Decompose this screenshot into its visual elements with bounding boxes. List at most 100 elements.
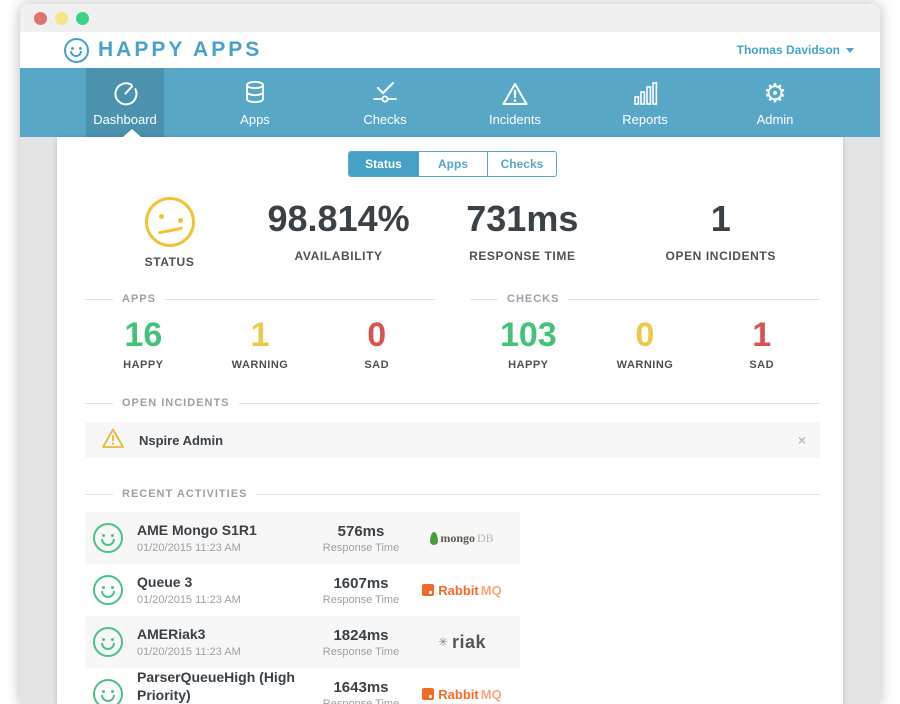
user-menu[interactable]: Thomas Davidson	[737, 43, 854, 57]
riak-logo: ✳ riak	[416, 632, 508, 653]
incident-row[interactable]: Nspire Admin ×	[85, 422, 820, 458]
logo-text: Rabbit	[438, 583, 478, 598]
activity-timestamp: 01/20/2015 11:23 AM	[137, 646, 306, 658]
nav-item-admin[interactable]: ⚙ Admin	[736, 68, 814, 137]
tab-checks[interactable]: Checks	[487, 152, 556, 176]
response-time-label: Response Time	[306, 646, 416, 658]
response-time-label: Response Time	[306, 542, 416, 554]
summary-metrics: STATUS 98.814% AVAILABILITY 731ms RESPON…	[85, 197, 820, 269]
minimize-button[interactable]	[55, 12, 68, 25]
close-icon[interactable]: ×	[798, 433, 806, 447]
section-title: APPS	[122, 293, 156, 305]
stat-value: 103	[500, 317, 557, 353]
section-title: OPEN INCIDENTS	[122, 397, 230, 409]
activity-row[interactable]: AMERiak3 01/20/2015 11:23 AM 1824ms Resp…	[85, 616, 520, 668]
user-name: Thomas Davidson	[737, 43, 840, 57]
section-title: RECENT ACTIVITIES	[122, 488, 247, 500]
zoom-button[interactable]	[76, 12, 89, 25]
apps-section: APPS 16 HAPPY 1 WARNING 0 SAD	[85, 293, 435, 371]
stat-apps-warning: 1 WARNING	[202, 317, 319, 371]
activity-timestamp: 01/20/2015 11:23 AM	[137, 542, 306, 554]
stat-value: 16	[124, 317, 162, 353]
response-time-label: Response Time	[306, 594, 416, 606]
stat-label: HAPPY	[123, 359, 163, 371]
card-arrow	[123, 129, 141, 137]
stat-label: SAD	[749, 359, 774, 371]
activity-name: Queue 3	[137, 574, 192, 590]
brand-bar: HAPPY APPS Thomas Davidson	[20, 32, 880, 68]
nav-item-reports[interactable]: Reports	[606, 68, 684, 137]
titlebar	[20, 4, 880, 32]
caret-down-icon	[846, 48, 854, 53]
stat-value: 1	[251, 317, 270, 353]
activity-name: ParserQueueHigh (High Priority)	[137, 669, 295, 703]
response-time-value: 1643ms	[306, 679, 416, 696]
metric-open-incidents: 1 OPEN INCIDENTS	[622, 197, 820, 269]
nav-label: Incidents	[489, 112, 541, 127]
gauge-icon	[112, 79, 139, 107]
brand-name: HAPPY APPS	[98, 38, 262, 62]
logo-text: Rabbit	[438, 687, 478, 702]
stat-value: 0	[636, 317, 655, 353]
logo-suffix: MQ	[481, 687, 502, 702]
incident-name: Nspire Admin	[139, 433, 798, 448]
section-title: CHECKS	[507, 293, 559, 305]
stat-checks-sad: 1 SAD	[703, 317, 820, 371]
activity-timestamp: 01/20/2015 11:23 AM	[137, 594, 306, 606]
activity-row[interactable]: AME Mongo S1R1 01/20/2015 11:23 AM 576ms…	[85, 512, 520, 564]
happy-face-icon	[93, 523, 123, 553]
nav-item-apps[interactable]: Apps	[216, 68, 294, 137]
nav-item-dashboard[interactable]: Dashboard	[86, 68, 164, 137]
apps-checks-sections: APPS 16 HAPPY 1 WARNING 0 SAD	[85, 293, 820, 371]
nav-item-incidents[interactable]: Incidents	[476, 68, 554, 137]
database-icon	[242, 79, 268, 107]
metric-label: AVAILABILITY	[295, 249, 383, 263]
rabbitmq-logo: Rabbit MQ	[416, 687, 508, 702]
smiley-logo-icon	[64, 38, 89, 63]
nav-label: Dashboard	[93, 112, 157, 127]
recent-activities-header: RECENT ACTIVITIES	[85, 488, 820, 500]
rabbitmq-icon	[422, 688, 434, 700]
response-time-label: Response Time	[306, 698, 416, 704]
open-incidents-header: OPEN INCIDENTS	[85, 397, 820, 409]
metric-label: STATUS	[145, 255, 195, 269]
response-time-value: 1607ms	[306, 575, 416, 592]
stat-label: WARNING	[232, 359, 289, 371]
happy-face-icon	[93, 679, 123, 704]
nav-item-checks[interactable]: Checks	[346, 68, 424, 137]
main-nav: Dashboard Apps Checks Incidents Reports	[20, 68, 880, 137]
logo-text: mongo	[440, 531, 475, 546]
nav-label: Reports	[622, 112, 668, 127]
metric-status: STATUS	[85, 197, 254, 269]
view-tabs: Status Apps Checks	[85, 151, 820, 177]
tab-status[interactable]: Status	[349, 152, 418, 176]
response-time-value: 1824ms	[306, 627, 416, 644]
stat-value: 1	[752, 317, 771, 353]
tab-apps[interactable]: Apps	[418, 152, 487, 176]
activity-row[interactable]: Queue 3 01/20/2015 11:23 AM 1607ms Respo…	[85, 564, 520, 616]
metric-label: OPEN INCIDENTS	[666, 249, 776, 263]
metric-value: 731ms	[466, 197, 578, 241]
stat-apps-sad: 0 SAD	[318, 317, 435, 371]
logo-suffix: DB	[477, 531, 494, 546]
content-area: Status Apps Checks STATUS 98.814% AVAILA…	[20, 137, 880, 704]
nav-label: Apps	[240, 112, 270, 127]
metric-value: 98.814%	[268, 197, 410, 241]
stat-value: 0	[367, 317, 386, 353]
neutral-face-icon	[145, 197, 195, 247]
stat-checks-happy: 103 HAPPY	[470, 317, 587, 371]
dashboard-card: Status Apps Checks STATUS 98.814% AVAILA…	[57, 137, 843, 704]
metric-label: RESPONSE TIME	[469, 249, 575, 263]
logo-suffix: MQ	[481, 583, 502, 598]
response-time-value: 576ms	[306, 523, 416, 540]
activity-list: AME Mongo S1R1 01/20/2015 11:23 AM 576ms…	[85, 512, 820, 704]
activity-row[interactable]: ParserQueueHigh (High Priority) 01/20/20…	[85, 668, 520, 704]
logo-text: riak	[452, 632, 486, 653]
gear-icon: ⚙	[763, 79, 786, 107]
checks-section: CHECKS 103 HAPPY 0 WARNING 1 SAD	[470, 293, 820, 371]
stat-label: SAD	[364, 359, 389, 371]
stat-label: HAPPY	[508, 359, 548, 371]
mongodb-leaf-icon	[430, 532, 438, 545]
close-button[interactable]	[34, 12, 47, 25]
nav-label: Checks	[363, 112, 406, 127]
